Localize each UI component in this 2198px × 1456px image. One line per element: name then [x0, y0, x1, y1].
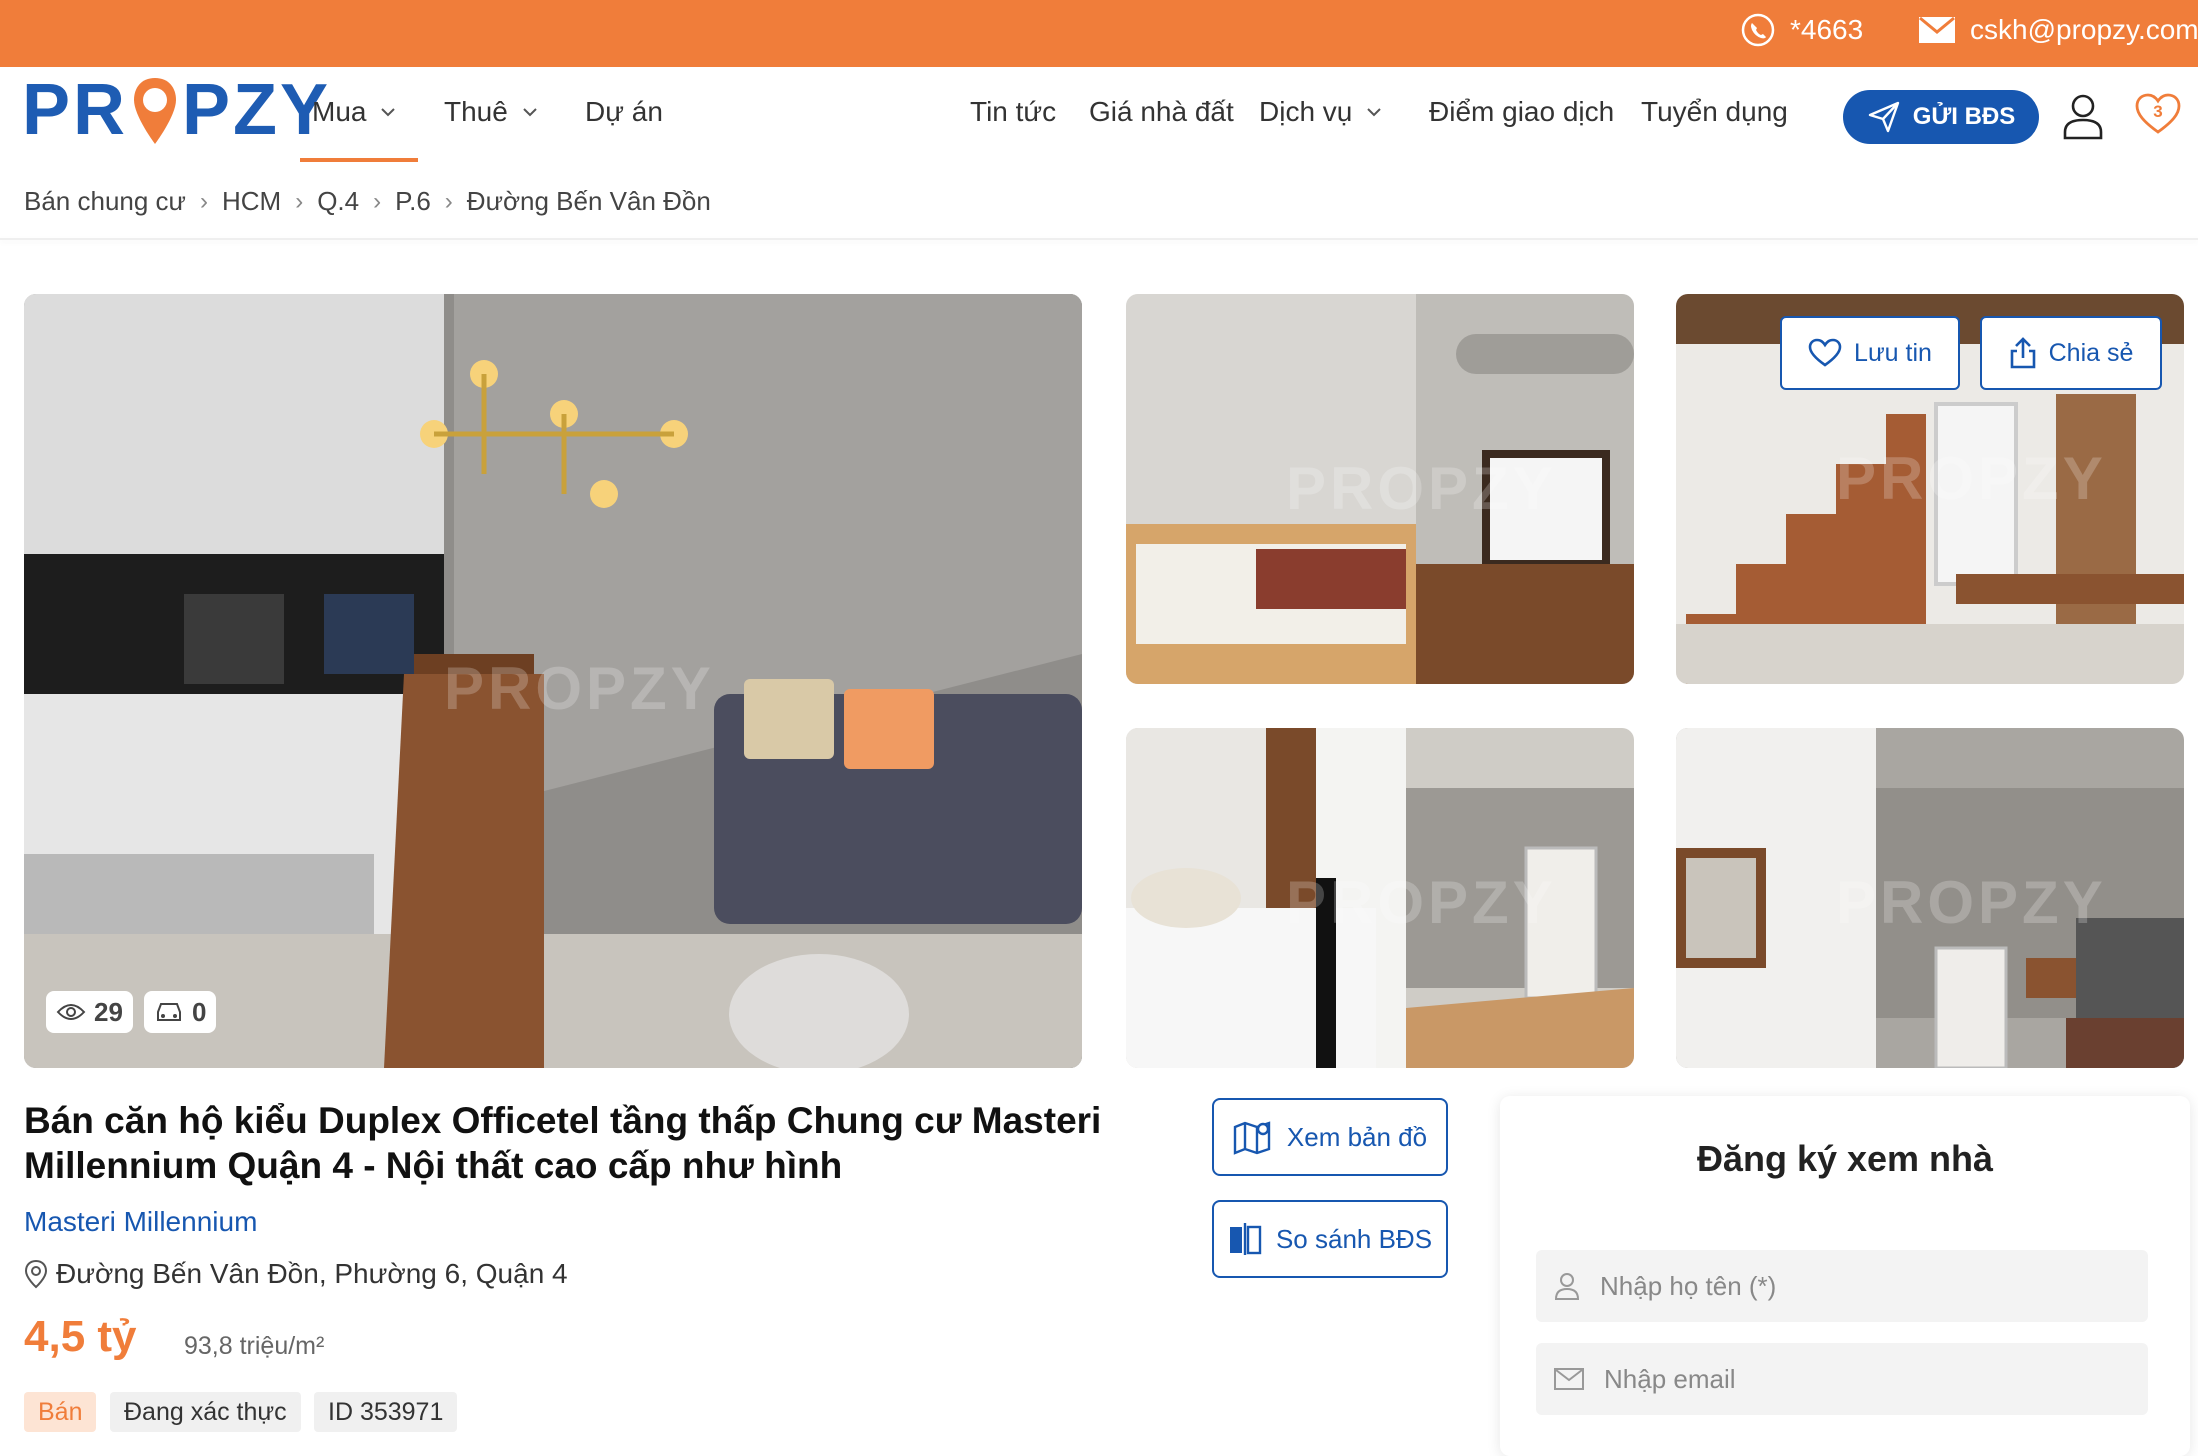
- nav-tin-tuc[interactable]: Tin tức: [970, 96, 1056, 128]
- propzy-logo[interactable]: PR PZY: [22, 74, 331, 152]
- gallery-photo-4[interactable]: PROPZY: [1676, 728, 2184, 1068]
- breadcrumb: Bán chung cư › HCM › Q.4 › P.6 › Đường B…: [24, 186, 711, 217]
- tag-sale: Bán: [24, 1392, 97, 1432]
- chevron-down-icon: [523, 108, 537, 117]
- map-icon: [1233, 1121, 1271, 1155]
- car-icon: [157, 1003, 181, 1021]
- breadcrumb-item[interactable]: HCM: [222, 186, 281, 217]
- nav-thue[interactable]: Thuê: [444, 96, 538, 128]
- breadcrumb-item[interactable]: Bán chung cư: [24, 186, 186, 217]
- top-bar: [0, 0, 2198, 67]
- eye-icon: [56, 1004, 86, 1020]
- nav-diem-giao-dich[interactable]: Điểm giao dịch: [1429, 96, 1614, 128]
- compare-label: So sánh BĐS: [1275, 1223, 1433, 1254]
- user-icon: [1554, 1273, 1580, 1300]
- photo-watermark: PROPZY: [444, 655, 715, 722]
- nav-dich-vu-label: Dịch vụ: [1259, 96, 1353, 127]
- photo-watermark: PROPZY: [1286, 869, 1557, 936]
- gallery-photo-1[interactable]: PROPZY: [1126, 294, 1634, 684]
- favorites-button[interactable]: 3: [2134, 92, 2182, 136]
- chevron-right-icon: ›: [373, 187, 382, 215]
- nav-diem-giao-dich-label: Điểm giao dịch: [1429, 96, 1615, 127]
- share-label: Chia sẻ: [2048, 338, 2134, 367]
- logo-text-pr: PR: [22, 70, 129, 150]
- nav-gia-nha-dat-label: Giá nhà đất: [1089, 96, 1234, 127]
- listing-address-text: Đường Bến Vân Đồn, Phường 6, Quận 4: [56, 1258, 568, 1289]
- chevron-right-icon: ›: [295, 187, 304, 215]
- main-photo[interactable]: PROPZY 29 0: [24, 294, 1082, 1068]
- logo-pin-icon: [130, 74, 180, 152]
- nav-gia-nha-dat[interactable]: Giá nhà đất: [1089, 96, 1234, 128]
- share-button[interactable]: Chia sẻ: [1980, 316, 2162, 390]
- header-divider: [0, 238, 2198, 240]
- nav-mua-label: Mua: [312, 96, 367, 127]
- nav-tuyen-dung-label: Tuyển dụng: [1641, 96, 1788, 127]
- view-map-button[interactable]: Xem bản đồ: [1212, 1098, 1448, 1176]
- chevron-right-icon: ›: [444, 187, 453, 215]
- view-count-badge: 29: [46, 991, 133, 1033]
- photo-watermark: PROPZY: [1836, 445, 2107, 512]
- heart-outline-icon: [1808, 338, 1842, 367]
- phone-icon: [1741, 13, 1775, 47]
- nav-dich-vu[interactable]: Dịch vụ: [1259, 96, 1382, 128]
- price-per-m2: 93,8 triệu/m²: [184, 1332, 325, 1360]
- email-input[interactable]: [1602, 1362, 2126, 1396]
- tag-listing-id: ID 353971: [314, 1392, 458, 1432]
- hotline-link[interactable]: *4663: [1740, 0, 1863, 60]
- post-property-label: GỬI BĐS: [1912, 103, 2016, 130]
- car-count: 0: [192, 996, 207, 1027]
- chevron-down-icon: [1367, 108, 1382, 117]
- viewing-form-title: Đăng ký xem nhà: [1696, 1138, 1994, 1179]
- email-field[interactable]: [1536, 1343, 2148, 1415]
- favorites-count: 3: [2153, 102, 2163, 121]
- logo-text-pzy: PZY: [182, 70, 332, 150]
- nav-du-an-label: Dự án: [585, 96, 663, 127]
- breadcrumb-item[interactable]: P.6: [395, 186, 431, 217]
- user-icon: [2063, 94, 2103, 140]
- nav-mua[interactable]: Mua: [312, 96, 396, 128]
- account-button[interactable]: [2062, 92, 2104, 145]
- nav-thue-label: Thuê: [444, 96, 508, 127]
- email-text: cskh@propzy.com: [1970, 14, 2198, 45]
- mail-icon: [1919, 16, 1955, 43]
- photo-watermark: PROPZY: [1286, 455, 1557, 522]
- hotline-text: *4663: [1790, 14, 1864, 45]
- photo-watermark: PROPZY: [1836, 869, 2107, 936]
- post-property-button[interactable]: GỬI BĐS: [1843, 90, 2039, 144]
- project-link[interactable]: Masteri Millennium: [24, 1206, 257, 1238]
- gallery-photo-3[interactable]: PROPZY: [1126, 728, 1634, 1068]
- listing-price: 4,5 tỷ: [24, 1312, 137, 1361]
- compare-icon: [1229, 1223, 1262, 1255]
- nav-tuyen-dung[interactable]: Tuyển dụng: [1641, 96, 1788, 128]
- compare-button[interactable]: So sánh BĐS: [1212, 1200, 1448, 1278]
- name-input[interactable]: [1598, 1269, 2122, 1303]
- mail-icon: [1554, 1368, 1584, 1390]
- nav-tin-tuc-label: Tin tức: [970, 96, 1057, 127]
- email-link[interactable]: cskh@propzy.com: [1918, 0, 2198, 60]
- nav-du-an[interactable]: Dự án: [585, 96, 663, 128]
- listing-address: Đường Bến Vân Đồn, Phường 6, Quận 4: [24, 1258, 568, 1290]
- breadcrumb-item[interactable]: Đường Bến Vân Đồn: [467, 186, 711, 217]
- save-listing-label: Lưu tin: [1854, 338, 1932, 367]
- view-map-label: Xem bản đồ: [1286, 1121, 1428, 1152]
- tag-verifying: Đang xác thực: [110, 1392, 301, 1432]
- listing-title: Bán căn hộ kiểu Duplex Officetel tầng th…: [24, 1100, 1102, 1186]
- nav-active-underline: [300, 158, 418, 162]
- breadcrumb-item[interactable]: Q.4: [317, 186, 359, 217]
- location-pin-icon: [24, 1259, 48, 1289]
- name-field[interactable]: [1536, 1250, 2148, 1322]
- chevron-right-icon: ›: [199, 187, 208, 215]
- send-icon: [1868, 101, 1899, 133]
- car-count-badge: 0: [144, 991, 217, 1033]
- share-icon: [2010, 337, 2035, 369]
- view-count: 29: [94, 996, 123, 1027]
- chevron-down-icon: [381, 108, 396, 117]
- save-listing-button[interactable]: Lưu tin: [1780, 316, 1960, 390]
